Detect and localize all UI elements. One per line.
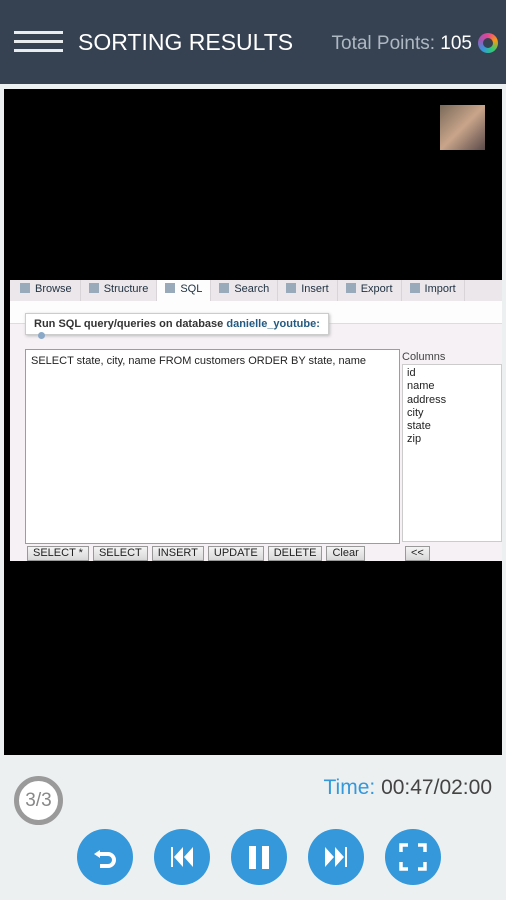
tab-sql[interactable]: SQL [157, 280, 212, 301]
tab-browse[interactable]: Browse [12, 280, 81, 301]
tab-label: Insert [301, 283, 329, 295]
presenter-avatar [440, 105, 485, 150]
tab-insert[interactable]: Insert [278, 280, 338, 301]
points-value: 105 [440, 33, 472, 54]
sql-query-textarea[interactable]: SELECT state, city, name FROM customers … [25, 349, 400, 544]
browse-icon [20, 283, 30, 293]
pause-button[interactable] [231, 829, 287, 885]
player-controls [77, 829, 441, 885]
total-points: Total Points: 105 [332, 33, 472, 55]
replay-button[interactable] [77, 829, 133, 885]
sql-button-row: SELECT * SELECT INSERT UPDATE DELETE Cle… [27, 546, 365, 561]
time-label: Time: [323, 776, 376, 799]
tab-export[interactable]: Export [338, 280, 402, 301]
tab-label: Browse [35, 283, 72, 295]
select-button[interactable]: SELECT [92, 546, 148, 561]
hamburger-menu-icon[interactable] [14, 31, 63, 53]
pma-tabs: Browse Structure SQL Search Insert Expor… [10, 280, 502, 301]
sql-legend: Run SQL query/queries on database daniel… [25, 313, 329, 339]
time-value: 00:47/02:00 [381, 776, 492, 799]
column-item[interactable]: name [407, 380, 497, 393]
sql-icon [165, 283, 176, 293]
fullscreen-icon [399, 843, 427, 871]
select-all-button[interactable]: SELECT * [27, 546, 89, 561]
video-player[interactable]: Browse Structure SQL Search Insert Expor… [4, 89, 502, 755]
tab-label: Structure [103, 283, 149, 295]
column-item[interactable]: address [407, 394, 497, 407]
pause-icon [249, 846, 269, 869]
skip-forward-icon [325, 847, 347, 867]
fullscreen-button[interactable] [385, 829, 441, 885]
help-icon[interactable] [38, 332, 45, 339]
skip-back-icon [171, 847, 193, 867]
export-icon [345, 283, 356, 293]
delete-button[interactable]: DELETE [267, 546, 323, 561]
page-title: SORTING RESULTS [78, 29, 294, 55]
tab-search[interactable]: Search [211, 280, 279, 301]
database-name: danielle_youtube: [226, 318, 320, 330]
phpmyadmin-screen: Browse Structure SQL Search Insert Expor… [10, 280, 502, 561]
tab-label: SQL [180, 283, 203, 295]
columns-list[interactable]: id name address city state zip [402, 364, 502, 542]
time-display: Time: 00:47/02:00 [323, 776, 492, 800]
lesson-counter: 3/3 [14, 776, 63, 825]
legend-text: Run SQL query/queries on database [34, 318, 224, 330]
import-icon [409, 283, 420, 293]
column-item[interactable]: zip [407, 433, 497, 446]
tab-structure[interactable]: Structure [81, 280, 158, 301]
update-button[interactable]: UPDATE [207, 546, 264, 561]
tab-label: Search [234, 283, 270, 295]
tab-import[interactable]: Import [402, 280, 465, 301]
column-item[interactable]: state [407, 420, 497, 433]
previous-button[interactable] [154, 829, 210, 885]
tab-label: Import [424, 283, 456, 295]
column-item[interactable]: id [407, 367, 497, 380]
replay-icon [94, 850, 116, 868]
tab-label: Export [360, 283, 393, 295]
insert-button[interactable]: INSERT [151, 546, 204, 561]
columns-label: Columns [402, 351, 446, 363]
structure-icon [88, 283, 99, 293]
next-button[interactable] [308, 829, 364, 885]
sololearn-logo-icon [478, 33, 498, 53]
clear-button[interactable]: Clear [326, 546, 365, 561]
column-item[interactable]: city [407, 407, 497, 420]
search-icon [219, 283, 230, 293]
points-label: Total Points: [331, 33, 436, 54]
insert-icon [286, 283, 297, 293]
insert-column-button[interactable]: << [405, 546, 430, 561]
app-header: SORTING RESULTS Total Points: 105 [0, 0, 506, 84]
